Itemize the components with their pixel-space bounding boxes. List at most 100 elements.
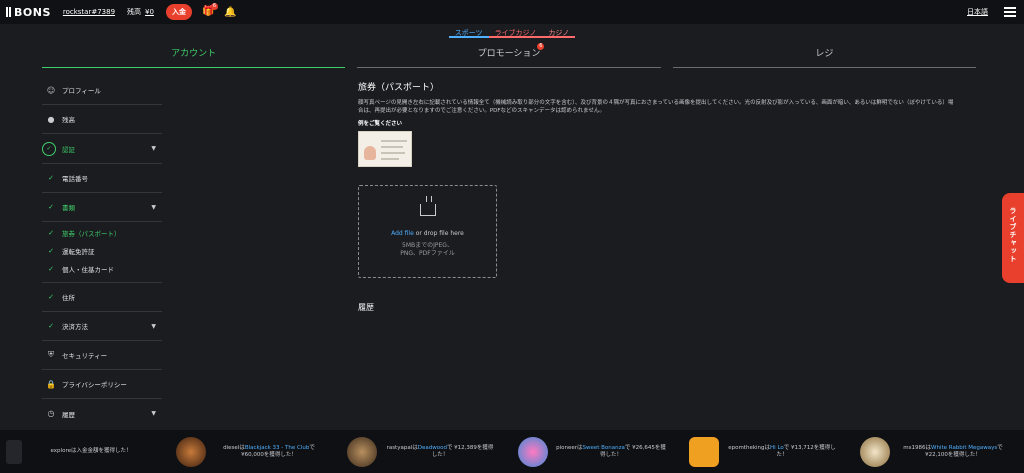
sidebar-item-privacy[interactable]: 🔒 プライバシーポリシー bbox=[42, 370, 162, 399]
sidebar-item-verification[interactable]: ✓ 認証 ▼ bbox=[42, 134, 162, 164]
ticker-result: で ¥13,712を獲得した！ bbox=[776, 444, 836, 458]
game-thumbnail bbox=[518, 436, 548, 467]
notification-icon[interactable]: 🔔 bbox=[224, 7, 236, 18]
clock-icon: ◷ bbox=[47, 409, 55, 418]
sidebar-subitem-passport[interactable]: ✓ 旅券（パスポート） bbox=[42, 224, 162, 242]
ticker-item[interactable]: ms1986はWhite Rabbit Megawaysで ¥22,100を獲得… bbox=[860, 436, 1024, 467]
passport-example-image[interactable] bbox=[358, 131, 412, 167]
gift-icon[interactable]: 🎁 6 bbox=[202, 3, 218, 18]
lock-icon: 🔒 bbox=[46, 379, 56, 389]
main-content: 旅券（パスポート） 顔写真ページの見開き左右に記載されている情報全て（機械読み取… bbox=[358, 80, 980, 313]
balance-value[interactable]: ¥0 bbox=[145, 8, 154, 16]
sidebar-label: 残高 bbox=[62, 116, 75, 124]
sidebar-item-payment-methods[interactable]: ✓ 決済方法 ▼ bbox=[42, 312, 162, 341]
chevron-down-icon: ▼ bbox=[151, 410, 156, 417]
sidebar-label: 個人・住基カード bbox=[62, 266, 114, 274]
ticker-game[interactable]: Blackjack 33 - The Club bbox=[245, 445, 310, 451]
ticker-text: exploreは入金金額を獲得した！ bbox=[36, 448, 146, 455]
ticker-item[interactable]: rastyapalはDeadwoodで ¥12,389を獲得した！ bbox=[347, 436, 518, 467]
site-logo[interactable]: BONS bbox=[6, 6, 51, 19]
example-photo-face bbox=[364, 146, 376, 160]
sidebar-subitem-license[interactable]: ✓ 運転免許証 bbox=[42, 242, 162, 260]
account-tabs: アカウント プロモーション 6 レジ bbox=[42, 40, 976, 68]
ticker-text: ms1986はWhite Rabbit Megawaysで ¥22,100を獲得… bbox=[898, 445, 1008, 459]
game-thumbnail bbox=[347, 436, 377, 467]
sidebar-label: プロフィール bbox=[62, 87, 101, 95]
sidebar-label: 旅券（パスポート） bbox=[62, 230, 121, 238]
ticker-game[interactable]: Deadwood bbox=[418, 445, 447, 451]
account-sidebar: ☺ プロフィール ● 残高 ✓ 認証 ▼ ✓ 電話番号 ✓ 書類 ▼ ✓ 旅券（パスポート） ✓… bbox=[42, 76, 162, 428]
ticker-item[interactable]: pioneerはSweet Bonanzaで ¥26,645を獲得した！ bbox=[518, 436, 689, 467]
game-thumbnail bbox=[689, 436, 719, 467]
subnav-live-casino[interactable]: ライブカジノ bbox=[488, 26, 543, 38]
sidebar-item-security[interactable]: ⛨ セキュリティー bbox=[42, 341, 162, 370]
live-chat-button[interactable]: ライブチャット bbox=[1002, 193, 1024, 283]
ticker-user: exploreは bbox=[50, 448, 77, 454]
ticker-user: ms1986は bbox=[903, 444, 931, 451]
sidebar-item-history[interactable]: ◷ 履歴 ▼ bbox=[42, 399, 162, 428]
promotion-badge: 6 bbox=[537, 43, 545, 50]
example-text-line bbox=[381, 152, 405, 154]
tab-cashier[interactable]: レジ bbox=[672, 40, 976, 68]
documents-sublist: ✓ 旅券（パスポート） ✓ 運転免許証 ✓ 個人・住基カード bbox=[42, 222, 162, 283]
sidebar-subitem-id-card[interactable]: ✓ 個人・住基カード bbox=[42, 260, 162, 278]
sidebar-label: 電話番号 bbox=[62, 175, 88, 183]
ticker-result: 入金金額を獲得した！ bbox=[76, 448, 132, 454]
sidebar-label: 決済方法 bbox=[62, 323, 88, 331]
upload-tray-icon bbox=[419, 196, 436, 216]
sidebar-label: 書類 bbox=[62, 204, 75, 212]
ticker-text: dieselはBlackjack 33 - The Clubで ¥60,000を… bbox=[214, 445, 324, 459]
user-icon: ☺ bbox=[46, 85, 56, 95]
ticker-user: pioneerは bbox=[556, 444, 583, 451]
check-icon: ✓ bbox=[48, 203, 54, 211]
gift-badge: 6 bbox=[210, 3, 218, 10]
product-subnav: スポーツ ライブカジノ カジノ bbox=[0, 26, 1024, 38]
upload-instruction-text: or drop file here bbox=[413, 230, 464, 237]
live-chat-label: ライブチャット bbox=[1009, 207, 1017, 263]
ticker-item[interactable]: dieselはBlackjack 33 - The Clubで ¥60,000を… bbox=[176, 436, 347, 467]
tab-account[interactable]: アカウント bbox=[42, 40, 346, 68]
ticker-game[interactable]: Hi Lo bbox=[770, 445, 784, 451]
tab-cashier-label: レジ bbox=[815, 49, 834, 59]
subnav-casino[interactable]: カジノ bbox=[542, 26, 576, 38]
check-icon: ✓ bbox=[48, 174, 54, 182]
verification-icon: ✓ bbox=[42, 141, 56, 156]
tab-promotion-label: プロモーション bbox=[477, 49, 541, 59]
deposit-button[interactable]: 入金 bbox=[165, 4, 192, 20]
sidebar-label: 履歴 bbox=[62, 410, 75, 419]
sidebar-label: 運転免許証 bbox=[62, 248, 95, 256]
language-selector[interactable]: 日本語 bbox=[967, 7, 988, 17]
check-icon: ✓ bbox=[48, 229, 54, 237]
game-thumbnail bbox=[860, 436, 890, 467]
sidebar-item-profile[interactable]: ☺ プロフィール bbox=[42, 76, 162, 105]
game-thumbnail[interactable] bbox=[6, 439, 22, 464]
sidebar-item-balance[interactable]: ● 残高 bbox=[42, 105, 162, 134]
ticker-item[interactable]: epomthekingはHi Loで ¥13,712を獲得した！ bbox=[689, 436, 860, 467]
logo-mark bbox=[6, 7, 11, 17]
example-text-line bbox=[381, 158, 399, 160]
subnav-sports[interactable]: スポーツ bbox=[448, 26, 489, 38]
example-text-line bbox=[381, 140, 407, 142]
winners-ticker: exploreは入金金額を獲得した！ dieselはBlackjack 33 -… bbox=[0, 430, 1024, 473]
ticker-text: epomthekingはHi Loで ¥13,712を獲得した！ bbox=[727, 445, 837, 459]
tab-account-label: アカウント bbox=[171, 49, 217, 59]
ticker-game[interactable]: Sweet Bonanza bbox=[583, 445, 625, 451]
menu-icon[interactable] bbox=[1004, 7, 1016, 17]
ticker-item[interactable]: exploreは入金金額を獲得した！ bbox=[36, 448, 176, 455]
sidebar-item-documents[interactable]: ✓ 書類 ▼ bbox=[42, 193, 162, 222]
sidebar-item-address[interactable]: ✓ 住所 bbox=[42, 283, 162, 312]
check-icon: ✓ bbox=[48, 265, 54, 273]
sidebar-label: 認証 bbox=[62, 145, 75, 154]
add-file-link[interactable]: Add file bbox=[391, 230, 414, 237]
sidebar-item-phone[interactable]: ✓ 電話番号 bbox=[42, 164, 162, 193]
balance-label: 残高 bbox=[127, 8, 142, 16]
check-icon: ✓ bbox=[48, 247, 54, 255]
ticker-user: epomthekingは bbox=[728, 444, 771, 451]
username-link[interactable]: rockstar#7389 bbox=[63, 8, 115, 16]
tab-promotion[interactable]: プロモーション 6 bbox=[357, 40, 661, 68]
file-dropzone[interactable]: Add file or drop file here 5MBまでのJPEG、PN… bbox=[358, 185, 497, 278]
example-text-line bbox=[381, 146, 403, 148]
sidebar-label: プライバシーポリシー bbox=[62, 381, 127, 389]
coins-icon: ● bbox=[47, 114, 55, 124]
ticker-game[interactable]: White Rabbit Megaways bbox=[931, 445, 997, 451]
